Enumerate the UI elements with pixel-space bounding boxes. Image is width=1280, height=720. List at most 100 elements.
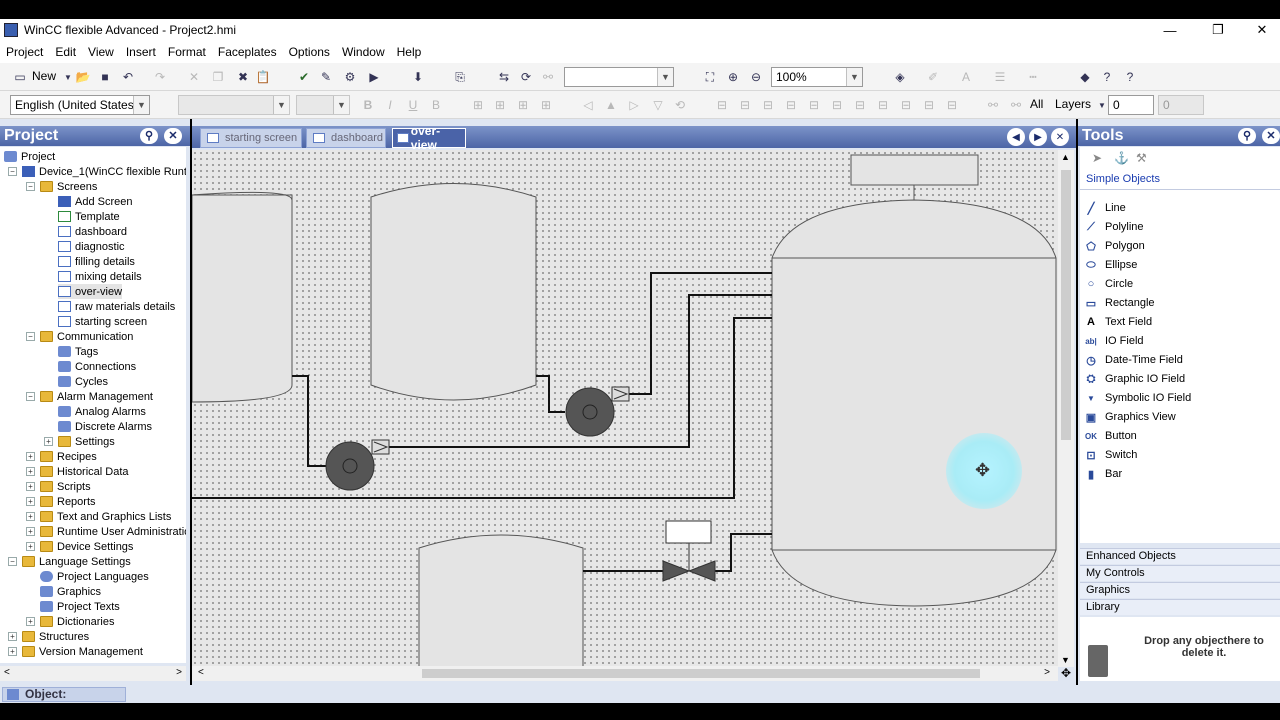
flip-vertical-icon[interactable]: ▲ xyxy=(603,97,619,113)
collapse-icon[interactable]: − xyxy=(26,392,35,401)
check-consistency-icon[interactable]: ✔ xyxy=(296,69,312,85)
editor-hscrollbar[interactable]: < > xyxy=(192,666,1058,681)
tree-item-alarm-management[interactable]: Alarm Management xyxy=(40,389,153,404)
tree-item-dashboard[interactable]: dashboard xyxy=(58,224,127,239)
pointer-icon[interactable]: ➤ xyxy=(1092,151,1102,165)
align-top-icon[interactable]: ⊞ xyxy=(538,97,554,113)
tool-line[interactable]: ╱ Line xyxy=(1084,200,1126,216)
tree-item-version-management[interactable]: Version Management xyxy=(22,644,143,659)
chevron-down-icon[interactable]: ▼ xyxy=(60,69,76,85)
tool-graphic-io-field[interactable]: ⛭ Graphic IO Field xyxy=(1084,371,1186,387)
tree-item-project-languages[interactable]: Project Languages xyxy=(40,569,149,584)
layer-spinner[interactable]: 0 xyxy=(1108,95,1154,115)
zoom-combo[interactable]: 100% ▼ xyxy=(771,67,863,87)
category-graphics[interactable]: Graphics xyxy=(1080,582,1280,598)
tree-item-structures[interactable]: Structures xyxy=(22,629,89,644)
underline-icon[interactable]: U xyxy=(405,97,421,113)
zoom-in-icon[interactable]: ⊕ xyxy=(725,69,741,85)
layers-label[interactable]: Layers xyxy=(1055,97,1091,111)
tool-date-time-field[interactable]: ◷ Date-Time Field xyxy=(1084,352,1183,368)
tree-item-over-view[interactable]: over-view xyxy=(58,284,123,299)
expand-icon[interactable]: + xyxy=(8,632,17,641)
copy-icon[interactable]: ❐ xyxy=(210,69,226,85)
restore-button[interactable]: ❐ xyxy=(1196,19,1240,41)
object-select-combo[interactable]: ▼ xyxy=(564,67,674,87)
tool-polygon[interactable]: ⬠ Polygon xyxy=(1084,238,1145,254)
simple-objects-header[interactable]: Simple Objects xyxy=(1086,173,1160,185)
expand-icon[interactable]: + xyxy=(26,482,35,491)
generate-icon[interactable]: ✎ xyxy=(318,69,334,85)
project-tree-hscrollbar[interactable]: < > xyxy=(0,666,186,681)
all-layers-label[interactable]: All xyxy=(1030,97,1043,111)
center-icon[interactable]: ⊟ xyxy=(921,97,937,113)
screen-canvas[interactable]: ✥ xyxy=(192,150,1060,667)
tool-circle[interactable]: ○ Circle xyxy=(1084,276,1133,292)
tree-item-project[interactable]: Project xyxy=(4,149,55,164)
grid-icon[interactable]: ⊟ xyxy=(944,97,960,113)
rotate-left-icon[interactable]: ▷ xyxy=(626,97,642,113)
tool-symbolic-io-field[interactable]: ▼ Symbolic IO Field xyxy=(1084,390,1191,406)
tab-over-view[interactable]: over-view xyxy=(392,124,466,152)
expand-icon[interactable]: + xyxy=(8,647,17,656)
tree-item-dictionaries[interactable]: Dictionaries xyxy=(40,614,114,629)
compare-icon[interactable]: ⇆ xyxy=(496,69,512,85)
align-right-icon[interactable]: ⊞ xyxy=(515,97,531,113)
fill-color-icon[interactable]: ◈ xyxy=(892,69,908,85)
redo-icon[interactable]: ↷ xyxy=(152,69,168,85)
tool-polyline[interactable]: ⟋ Polyline xyxy=(1084,219,1143,235)
editor-vscroll-thumb[interactable] xyxy=(1061,170,1071,440)
cut-icon[interactable]: ✕ xyxy=(186,69,202,85)
tool-settings-icon[interactable]: ⚒ xyxy=(1136,151,1147,165)
tree-item-recipes[interactable]: Recipes xyxy=(40,449,97,464)
bold-icon[interactable]: B xyxy=(360,97,376,113)
same-width-icon[interactable]: ⊟ xyxy=(760,97,776,113)
tree-item-language-settings[interactable]: Language Settings xyxy=(22,554,131,569)
tab-prev-icon[interactable]: ◀ xyxy=(1007,128,1025,146)
new-button-label[interactable]: New xyxy=(32,69,56,83)
tree-item-device-settings[interactable]: Device Settings xyxy=(40,539,133,554)
group-icon[interactable]: ⊟ xyxy=(875,97,891,113)
rotate-right-icon[interactable]: ▽ xyxy=(650,97,666,113)
expand-icon[interactable]: + xyxy=(26,527,35,536)
tree-item-tags[interactable]: Tags xyxy=(58,344,98,359)
scroll-down-icon[interactable]: ▼ xyxy=(1061,655,1070,665)
distribute-vertical-icon[interactable]: ⊟ xyxy=(737,97,753,113)
line-style-icon[interactable]: ☰ xyxy=(992,69,1008,85)
language-combo[interactable]: English (United States) ▼ xyxy=(10,95,150,115)
tree-item-cycles[interactable]: Cycles xyxy=(58,374,108,389)
expand-icon[interactable]: + xyxy=(26,542,35,551)
tab-starting-screen[interactable]: starting screen xyxy=(200,128,302,148)
tree-item-reports[interactable]: Reports xyxy=(40,494,96,509)
expand-icon[interactable]: + xyxy=(26,512,35,521)
tab-dashboard[interactable]: dashboard xyxy=(306,128,386,148)
tool-button[interactable]: OK Button xyxy=(1084,428,1137,444)
align-left-icon[interactable]: ⊞ xyxy=(470,97,486,113)
menu-insert[interactable]: Insert xyxy=(126,45,156,59)
tab-next-icon[interactable]: ▶ xyxy=(1029,128,1047,146)
menu-project[interactable]: Project xyxy=(6,45,43,59)
category-library[interactable]: Library xyxy=(1080,599,1280,615)
close-editor-icon[interactable]: ✕ xyxy=(1051,128,1069,146)
scroll-left-icon[interactable]: < xyxy=(4,667,10,678)
tree-item-discrete-alarms[interactable]: Discrete Alarms xyxy=(58,419,152,434)
expand-icon[interactable]: + xyxy=(26,452,35,461)
context-help-icon[interactable]: ? xyxy=(1122,69,1138,85)
tree-item-filling-details[interactable]: filling details xyxy=(58,254,135,269)
menu-window[interactable]: Window xyxy=(342,45,385,59)
new-icon[interactable]: ▭ xyxy=(12,69,28,85)
tree-item-historical-data[interactable]: Historical Data xyxy=(40,464,129,479)
zoom-out-icon[interactable]: ⊖ xyxy=(748,69,764,85)
collapse-icon[interactable]: − xyxy=(8,557,17,566)
menu-format[interactable]: Format xyxy=(168,45,206,59)
layer-settings-icon[interactable]: ⚯ xyxy=(1008,97,1024,113)
line-color-icon[interactable]: ✐ xyxy=(925,69,941,85)
tree-item-scripts[interactable]: Scripts xyxy=(40,479,91,494)
same-size-icon[interactable]: ⊟ xyxy=(806,97,822,113)
help-icon[interactable]: ? xyxy=(1099,69,1115,85)
undo-icon[interactable]: ↶ xyxy=(120,69,136,85)
tree-item-graphics[interactable]: Graphics xyxy=(40,584,101,599)
bring-front-icon[interactable]: ⊟ xyxy=(829,97,845,113)
backup-icon[interactable]: ⎘ xyxy=(452,69,468,85)
category-my-controls[interactable]: My Controls xyxy=(1080,565,1280,581)
tree-item-project-texts[interactable]: Project Texts xyxy=(40,599,120,614)
